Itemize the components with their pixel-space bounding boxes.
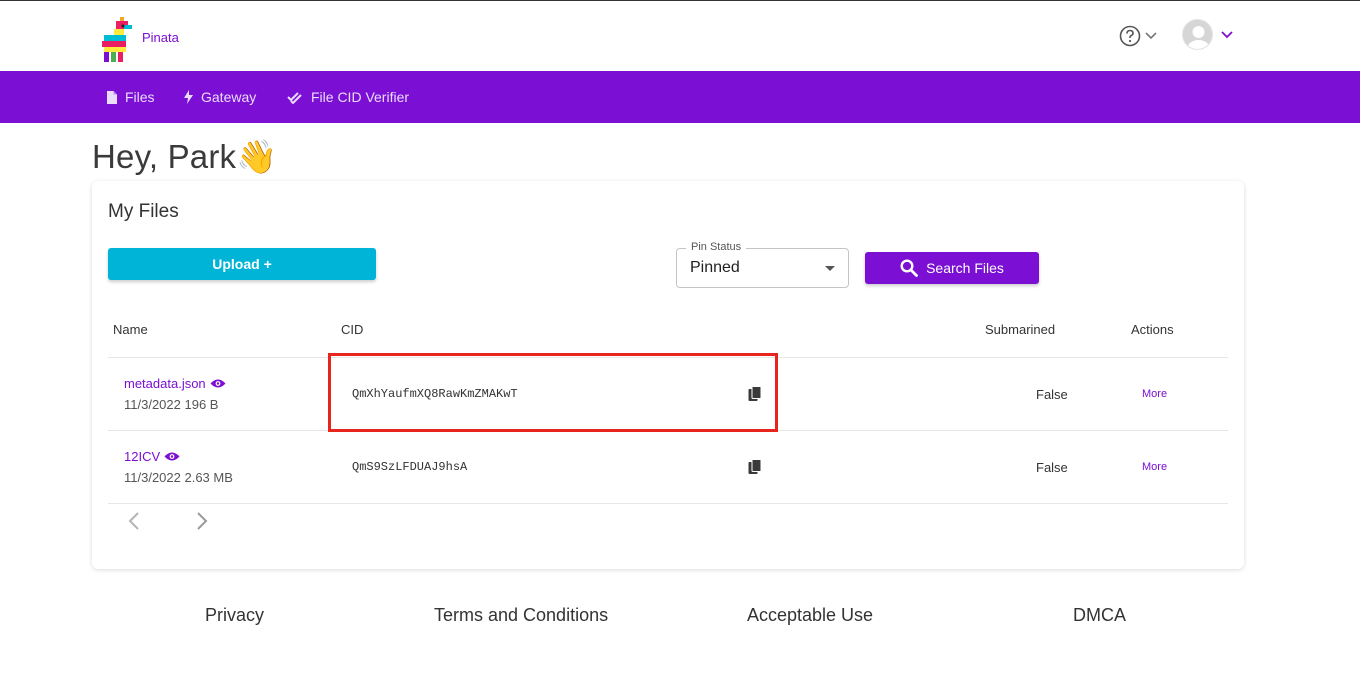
more-link[interactable]: More <box>1142 461 1167 473</box>
upload-button[interactable]: Upload + <box>108 248 376 280</box>
avatar[interactable] <box>1182 19 1213 50</box>
help-menu[interactable] <box>1119 25 1157 47</box>
file-meta: 11/3/2022 2.63 MB <box>124 470 233 485</box>
brand-name[interactable]: Pinata <box>142 30 179 45</box>
eye-icon[interactable] <box>210 378 226 389</box>
file-icon <box>107 90 117 104</box>
copy-icon[interactable] <box>748 459 762 475</box>
file-meta: 11/3/2022 196 B <box>124 397 219 412</box>
chevron-down-icon <box>1221 30 1233 38</box>
account-menu[interactable] <box>1182 19 1233 50</box>
card-title: My Files <box>108 201 179 222</box>
file-name-text: metadata.json <box>124 376 206 391</box>
top-bar: Pinata <box>0 0 1360 71</box>
next-page-icon[interactable] <box>196 511 208 531</box>
column-header-name: Name <box>113 322 148 337</box>
pin-status-select[interactable]: Pin Status Pinned <box>676 241 849 288</box>
my-files-card: My Files Upload + Pin Status Pinned Sear… <box>92 181 1244 569</box>
nav-file-cid-verifier-label: File CID Verifier <box>311 89 410 105</box>
main-nav: Files Gateway File CID Verifier <box>0 71 1360 123</box>
nav-files-label: Files <box>125 89 155 105</box>
lightning-icon <box>184 90 193 104</box>
search-icon <box>900 259 918 277</box>
footer-link-acceptable-use[interactable]: Acceptable Use <box>747 605 873 626</box>
search-files-button[interactable]: Search Files <box>865 252 1039 284</box>
nav-file-cid-verifier[interactable]: File CID Verifier <box>287 71 409 123</box>
pin-status-value: Pinned <box>690 259 740 276</box>
file-name-link[interactable]: metadata.json <box>124 376 226 391</box>
column-header-cid: CID <box>341 322 364 337</box>
file-name-text: 12ICV <box>124 449 161 464</box>
divider <box>108 503 1228 504</box>
double-check-icon <box>287 91 302 104</box>
chevron-down-icon <box>1145 32 1157 40</box>
submarined-value: False <box>1036 387 1068 402</box>
help-icon[interactable] <box>1119 25 1141 47</box>
footer-link-privacy[interactable]: Privacy <box>205 605 264 626</box>
eye-icon[interactable] <box>164 451 180 462</box>
nav-gateway-label: Gateway <box>201 89 257 105</box>
user-icon <box>1183 20 1212 49</box>
file-name-link[interactable]: 12ICV <box>124 449 180 464</box>
submarined-value: False <box>1036 460 1068 475</box>
nav-files[interactable]: Files <box>107 71 155 123</box>
column-header-submarined: Submarined <box>985 322 1056 337</box>
nav-gateway[interactable]: Gateway <box>184 71 256 123</box>
footer-link-dmca[interactable]: DMCA <box>1073 605 1126 626</box>
pinata-logo-icon[interactable] <box>100 15 134 63</box>
cid-highlight-box <box>328 353 778 432</box>
previous-page-icon[interactable] <box>128 511 140 531</box>
caret-down-icon <box>825 266 835 271</box>
page-title: Hey, Park👋 <box>92 138 278 175</box>
search-files-label: Search Files <box>926 260 1004 276</box>
more-link[interactable]: More <box>1142 388 1167 400</box>
cid-value: QmS9SzLFDUAJ9hsA <box>352 460 468 474</box>
column-header-actions: Actions <box>1131 322 1174 337</box>
footer-link-terms[interactable]: Terms and Conditions <box>434 605 608 626</box>
pin-status-label: Pin Status <box>686 241 747 253</box>
